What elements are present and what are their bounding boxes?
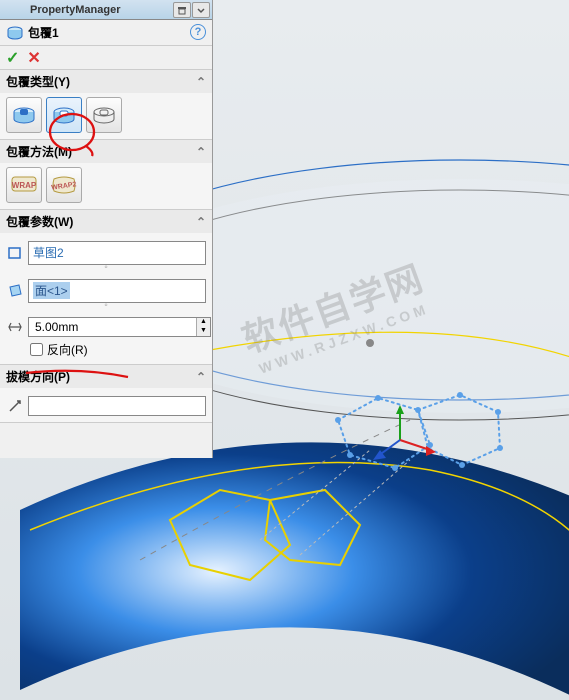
section-header-wrap-type[interactable]: 包覆类型(Y) ⌃: [0, 70, 212, 93]
chevron-down-icon: ⌃: [196, 215, 206, 229]
sketch-icon: [6, 244, 24, 262]
direction-icon: [6, 397, 24, 415]
accept-button[interactable]: ✓: [6, 48, 19, 68]
resize-handle[interactable]: ◦: [6, 303, 206, 313]
chevron-down-icon: ⌃: [196, 370, 206, 384]
wrap-type-scribe-button[interactable]: [86, 97, 122, 133]
face-selection-field[interactable]: 面<1>: [28, 279, 206, 303]
reverse-checkbox[interactable]: [30, 343, 43, 356]
sketch-selection-field[interactable]: 草图2: [28, 241, 206, 265]
thickness-input[interactable]: [29, 320, 196, 334]
thickness-icon: [6, 318, 24, 336]
wrap-feature-icon: [6, 24, 24, 42]
section-label: 拔模方向(P): [6, 368, 70, 385]
resize-handle[interactable]: ◦: [6, 265, 206, 275]
property-manager-panel: PropertyManager 包覆1 ? ✓ ✕ 包覆类型(Y) ⌃: [0, 0, 213, 458]
cancel-button[interactable]: ✕: [27, 48, 40, 68]
section-label: 包覆方法(M): [6, 143, 72, 160]
section-header-draft[interactable]: 拔模方向(P) ⌃: [0, 365, 212, 388]
spin-up-button[interactable]: ▲: [197, 318, 210, 327]
action-row: ✓ ✕: [0, 46, 212, 70]
feature-name: 包覆1: [28, 24, 59, 41]
draft-direction-field[interactable]: [28, 396, 206, 416]
face-value: 面<1>: [33, 282, 70, 299]
sketch-value: 草图2: [33, 246, 64, 260]
wrap-type-deboss-button[interactable]: [46, 97, 82, 133]
spin-down-button[interactable]: ▼: [197, 327, 210, 336]
section-header-wrap-method[interactable]: 包覆方法(M) ⌃: [0, 140, 212, 163]
section-header-wrap-params[interactable]: 包覆参数(W) ⌃: [0, 210, 212, 233]
wrap-type-emboss-button[interactable]: [6, 97, 42, 133]
feature-title-row: 包覆1 ?: [0, 20, 212, 46]
expand-button[interactable]: [192, 2, 210, 18]
thickness-spinner[interactable]: ▲ ▼: [28, 317, 211, 337]
pin-button[interactable]: [173, 2, 191, 18]
section-wrap-params: 包覆参数(W) ⌃ 草图2 ◦ 面<1> ◦: [0, 210, 212, 365]
chevron-down-icon: ⌃: [196, 145, 206, 159]
section-wrap-type: 包覆类型(Y) ⌃: [0, 70, 212, 140]
reverse-label: 反向(R): [47, 341, 88, 358]
svg-text:WRAP: WRAP: [12, 181, 37, 190]
panel-title: PropertyManager: [2, 4, 172, 16]
wrap-method-spline-button[interactable]: WRAP2: [46, 167, 82, 203]
chevron-down-icon: ⌃: [196, 75, 206, 89]
face-icon: [6, 282, 24, 300]
section-label: 包覆类型(Y): [6, 73, 70, 90]
section-draft-direction: 拔模方向(P) ⌃: [0, 365, 212, 423]
section-wrap-method: 包覆方法(M) ⌃ WRAP WRAP2: [0, 140, 212, 210]
panel-header: PropertyManager: [0, 0, 212, 20]
help-button[interactable]: ?: [190, 24, 206, 40]
section-label: 包覆参数(W): [6, 213, 73, 230]
wrap-method-analytical-button[interactable]: WRAP: [6, 167, 42, 203]
